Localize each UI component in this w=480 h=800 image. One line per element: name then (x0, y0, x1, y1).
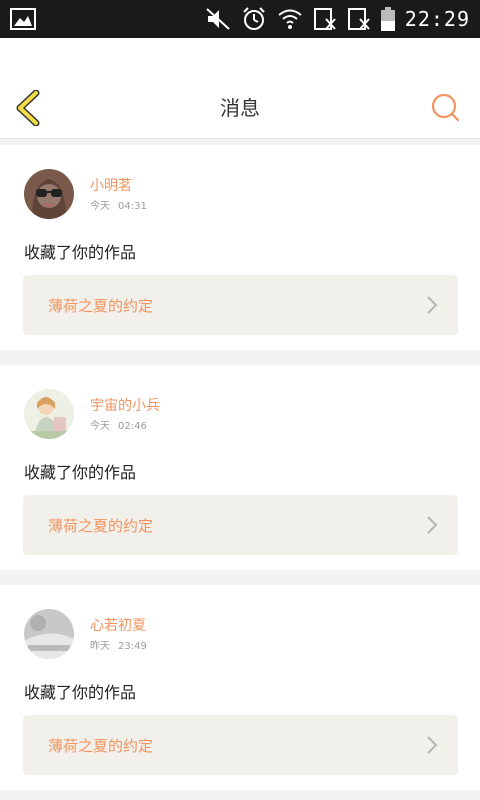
search-icon[interactable] (430, 92, 460, 122)
work-link[interactable]: 薄荷之夏的约定 (23, 495, 458, 555)
sender-name[interactable]: 宇宙的小兵 (90, 395, 160, 415)
chevron-right-icon (427, 736, 438, 754)
message-text: 收藏了你的作品 (24, 243, 137, 262)
message-day: 今天 (90, 421, 110, 432)
work-title: 薄荷之夏的约定 (48, 297, 154, 315)
image-icon (10, 8, 36, 30)
message-card: 宇宙的小兵 今天 02:46 收藏了你的作品 薄荷之夏的约定 (0, 365, 480, 570)
work-title: 薄荷之夏的约定 (48, 737, 154, 755)
message-meta: 今天 02:46 (90, 417, 147, 432)
message-day: 今天 (90, 201, 110, 212)
message-day: 昨天 (90, 641, 110, 652)
message-time: 02:46 (118, 421, 147, 432)
avatar[interactable] (24, 389, 74, 439)
message-card: 心若初夏 昨天 23:49 收藏了你的作品 薄荷之夏的约定 (0, 585, 480, 790)
message-text: 收藏了你的作品 (24, 683, 137, 702)
sim-blocked-icon (313, 8, 336, 30)
status-bar: 22:29 (0, 0, 480, 38)
mute-icon (206, 8, 230, 30)
work-link[interactable]: 薄荷之夏的约定 (23, 715, 458, 775)
page-title: 消息 (220, 96, 260, 120)
battery-icon (380, 7, 395, 31)
message-time: 23:49 (118, 641, 147, 652)
sender-name[interactable]: 心若初夏 (90, 615, 146, 635)
chevron-right-icon (427, 296, 438, 314)
alarm-icon (243, 7, 265, 30)
header: 消息 (0, 38, 480, 139)
message-time: 04:31 (118, 201, 147, 212)
message-text: 收藏了你的作品 (24, 463, 137, 482)
work-title: 薄荷之夏的约定 (48, 517, 154, 535)
message-meta: 昨天 23:49 (90, 637, 147, 652)
message-meta: 今天 04:31 (90, 197, 147, 212)
work-link[interactable]: 薄荷之夏的约定 (23, 275, 458, 335)
wifi-icon (278, 9, 302, 29)
avatar[interactable] (24, 169, 74, 219)
sender-name[interactable]: 小明茗 (90, 175, 132, 195)
message-card: 小明茗 今天 04:31 收藏了你的作品 薄荷之夏的约定 (0, 145, 480, 350)
chevron-right-icon (427, 516, 438, 534)
avatar[interactable] (24, 609, 74, 659)
status-time: 22:29 (404, 7, 470, 31)
message-list: 小明茗 今天04:31 收藏了你的作品 薄荷之夏的约定 宇宙的小兵 今天02 (0, 139, 480, 790)
sim-blocked-icon (347, 8, 370, 30)
